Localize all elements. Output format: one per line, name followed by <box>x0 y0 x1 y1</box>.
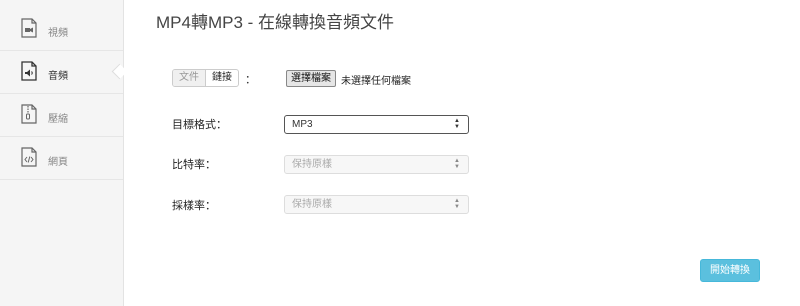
source-colon: ： <box>245 74 256 86</box>
audio-file-icon <box>20 61 38 81</box>
sidebar: 視頻 音頻 壓縮 網頁 <box>0 0 128 306</box>
sidebar-item-video[interactable]: 視頻 <box>0 8 123 51</box>
video-file-icon <box>20 18 38 38</box>
select-arrows-icon: ▲ ▼ <box>454 198 460 210</box>
tab-file[interactable]: 文件 <box>173 70 206 86</box>
sidebar-item-label: 壓縮 <box>48 114 68 125</box>
target-format-select[interactable]: MP3 ▲ ▼ <box>284 115 469 134</box>
choose-file-button[interactable]: 選擇檔案 <box>286 70 336 87</box>
sidebar-item-label: 網頁 <box>48 157 68 168</box>
target-format-label: 目標格式： <box>172 119 227 131</box>
select-arrows-icon: ▲ ▼ <box>454 158 460 170</box>
sidebar-item-label: 音頻 <box>48 71 68 82</box>
target-format-value: MP3 <box>292 119 313 130</box>
select-arrows-icon: ▲ ▼ <box>454 118 460 130</box>
file-status: 未選擇任何檔案 <box>341 76 411 87</box>
sample-rate-label: 採樣率： <box>172 200 216 212</box>
source-toggle: 文件 鏈接 <box>172 69 239 87</box>
sidebar-item-audio[interactable]: 音頻 <box>0 51 128 94</box>
code-file-icon <box>20 147 38 167</box>
sidebar-item-label: 視頻 <box>48 28 68 39</box>
bitrate-select[interactable]: 保持原樣 ▲ ▼ <box>284 155 469 174</box>
sample-rate-select[interactable]: 保持原樣 ▲ ▼ <box>284 195 469 214</box>
tab-link[interactable]: 鏈接 <box>206 70 238 86</box>
sidebar-item-archive[interactable]: 壓縮 <box>0 94 123 137</box>
bitrate-label: 比特率： <box>172 159 216 171</box>
bitrate-value: 保持原樣 <box>292 159 332 170</box>
sample-rate-value: 保持原樣 <box>292 199 332 210</box>
page-title: MP4轉MP3 - 在線轉換音頻文件 <box>156 13 395 32</box>
active-indicator <box>111 63 128 80</box>
start-convert-button[interactable]: 開始轉換 <box>700 259 760 282</box>
archive-file-icon <box>20 104 38 124</box>
sidebar-item-webpage[interactable]: 網頁 <box>0 137 123 180</box>
